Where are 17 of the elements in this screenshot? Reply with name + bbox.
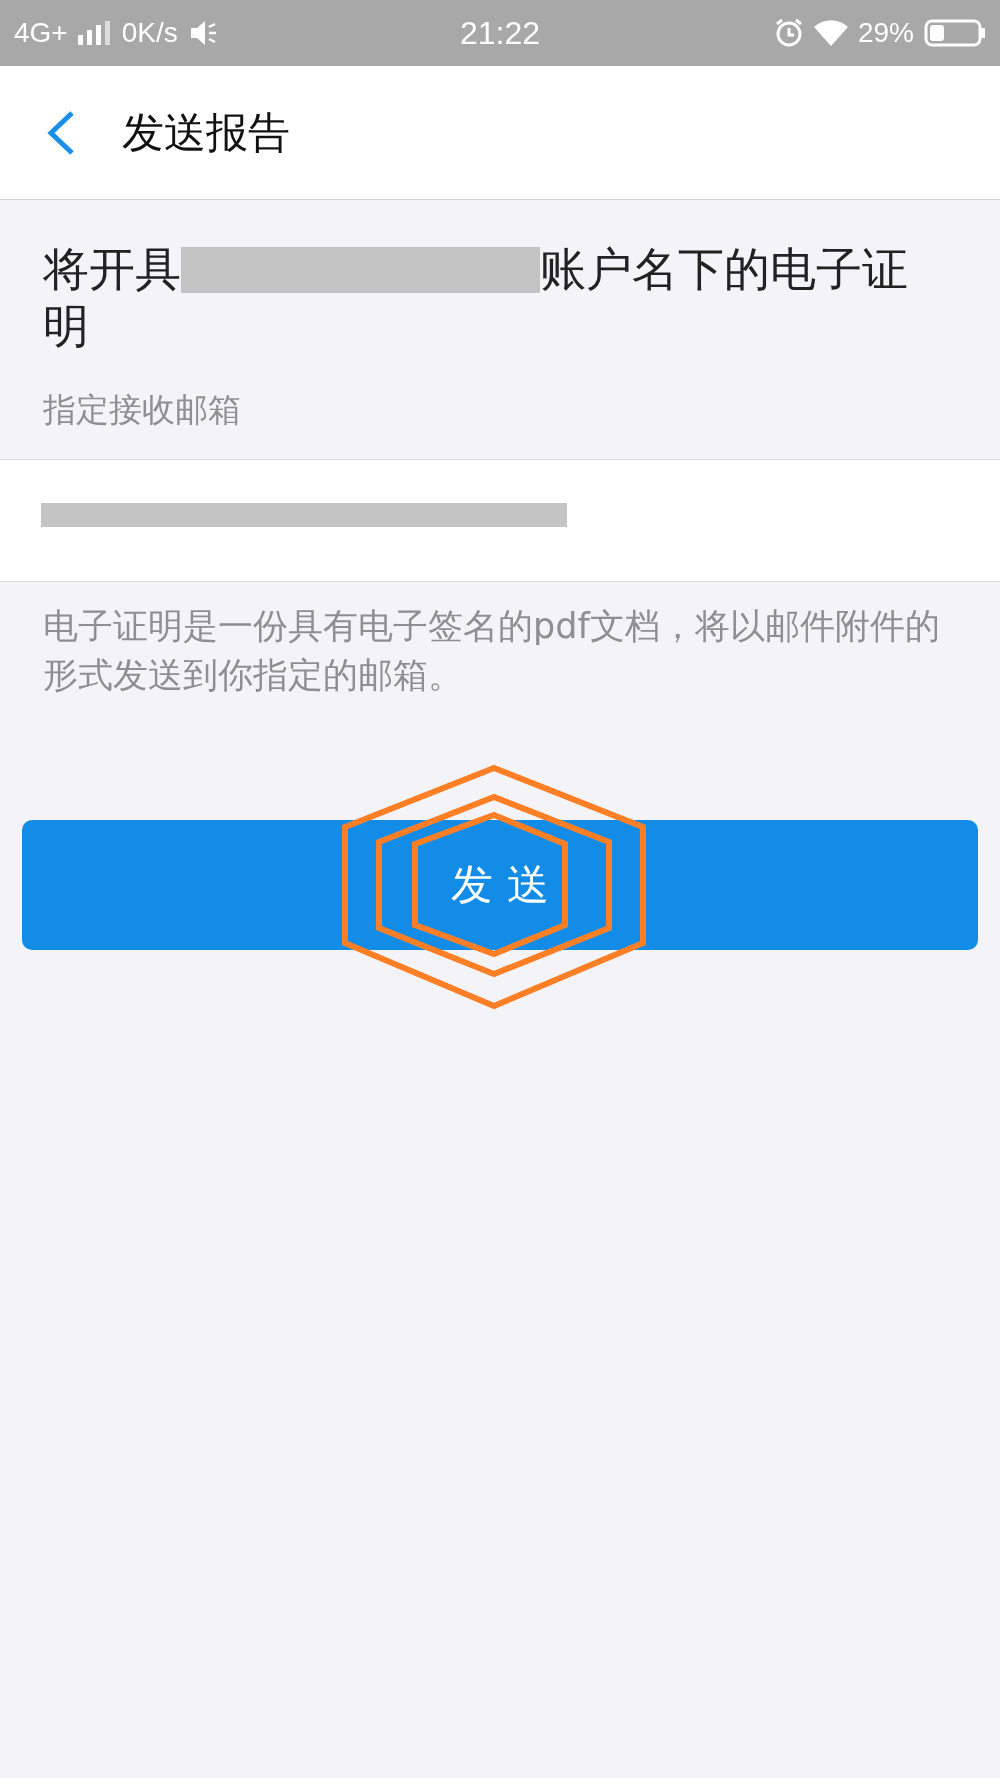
- statement-text: 账户名下的电子证: [540, 242, 908, 296]
- send-button[interactable]: 发 送: [22, 820, 978, 950]
- wifi-icon: [813, 19, 848, 47]
- note-text: 电子证明是一份具有电子签名的pdf文档，将以邮件附件的形式发送到你指定的邮箱。: [42, 605, 941, 697]
- back-icon[interactable]: [46, 109, 76, 156]
- battery-percent: 29%: [857, 17, 914, 49]
- field-label: 指定接收邮箱: [42, 390, 242, 430]
- page-title: 发送报告: [122, 106, 290, 159]
- statement-text: 将开具: [43, 242, 181, 296]
- network-type: 4G+: [14, 17, 68, 49]
- network-speed: 0K/s: [121, 17, 178, 49]
- signal-icon: [77, 21, 112, 45]
- alarm-icon: [773, 18, 804, 48]
- battery-icon: [924, 19, 986, 47]
- statement-text: 明: [43, 299, 89, 353]
- email-field[interactable]: [0, 459, 1000, 582]
- clock-time: 21:22: [459, 14, 541, 52]
